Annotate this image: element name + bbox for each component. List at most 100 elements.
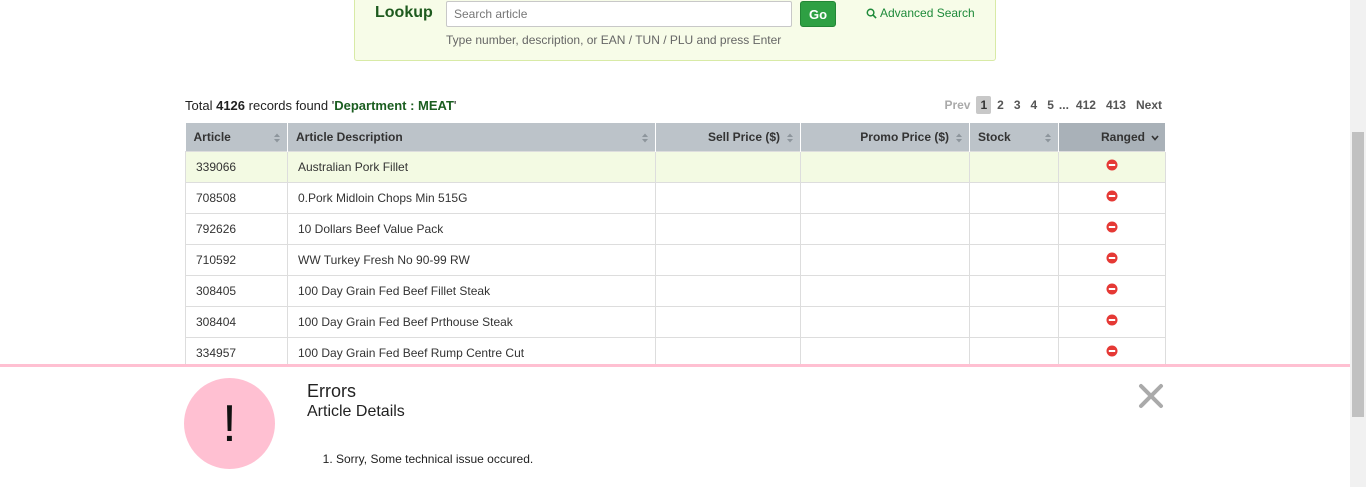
- stock-cell: [969, 150, 1059, 183]
- error-icon: !: [184, 378, 275, 469]
- promo-price-cell: [800, 274, 970, 307]
- error-subtitle: Article Details: [307, 403, 405, 420]
- promo-price-cell: [800, 212, 970, 245]
- description-cell: 100 Day Grain Fed Beef Fillet Steak: [287, 274, 656, 307]
- article-cell: 339066: [185, 150, 288, 183]
- ranged-cell: [1058, 150, 1166, 183]
- not-ranged-icon[interactable]: [1106, 252, 1118, 264]
- ranged-cell: [1058, 212, 1166, 245]
- sell-price-cell: [655, 305, 801, 338]
- sell-price-cell: [655, 212, 801, 245]
- ranged-cell: [1058, 243, 1166, 276]
- promo-price-cell: [800, 243, 970, 276]
- chevron-down-icon: [1151, 135, 1159, 141]
- sell-price-cell: [655, 274, 801, 307]
- column-label: Sell Price ($): [707, 129, 780, 144]
- column-label: Stock: [978, 129, 1011, 144]
- table-row[interactable]: 792626 10 Dollars Beef Value Pack: [185, 212, 1166, 245]
- table-row[interactable]: 308404 100 Day Grain Fed Beef Prthouse St…: [185, 305, 1166, 338]
- table-row[interactable]: 339066 Australian Pork Fillet: [185, 150, 1166, 183]
- not-ranged-icon[interactable]: [1106, 190, 1118, 202]
- pagination-ellipsis: ...: [1058, 98, 1069, 112]
- column-header-ranged[interactable]: Ranged: [1058, 123, 1166, 151]
- vertical-scrollbar[interactable]: [1350, 0, 1366, 487]
- column-label: Promo Price ($): [860, 129, 949, 144]
- prev-page-link[interactable]: Prev: [940, 96, 974, 114]
- column-label: Article: [193, 129, 231, 144]
- search-input[interactable]: [446, 1, 792, 27]
- next-page-link[interactable]: Next: [1132, 96, 1166, 114]
- ranged-cell: [1058, 274, 1166, 307]
- lookup-panel: Lookup Go Advanced Search Type number, d…: [354, 0, 996, 61]
- records-summary: Total 4126 records found 'Department : M…: [185, 98, 456, 113]
- description-cell: 100 Day Grain Fed Beef Prthouse Steak: [287, 305, 656, 338]
- not-ranged-icon[interactable]: [1106, 345, 1118, 357]
- not-ranged-icon[interactable]: [1106, 221, 1118, 233]
- table-row[interactable]: 308405 100 Day Grain Fed Beef Fillet Stea…: [185, 274, 1166, 307]
- summary-prefix: Total: [185, 98, 213, 113]
- records-count: 4126: [216, 98, 246, 113]
- not-ranged-icon[interactable]: [1106, 314, 1118, 326]
- sort-icon: [956, 133, 962, 143]
- stock-cell: [969, 243, 1059, 276]
- scrollbar-thumb[interactable]: [1352, 132, 1364, 417]
- advanced-search-link[interactable]: Advanced Search: [866, 6, 975, 20]
- stock-cell: [969, 181, 1059, 214]
- page-link-1[interactable]: 1: [976, 96, 992, 114]
- column-header-stock[interactable]: Stock: [969, 123, 1059, 151]
- column-label: Ranged: [1100, 129, 1145, 144]
- error-message-list: Sorry, Some technical issue occured.: [336, 452, 533, 466]
- sort-icon: [787, 133, 793, 143]
- promo-price-cell: [800, 305, 970, 338]
- page-link-2[interactable]: 2: [993, 96, 1008, 114]
- sort-icon: [642, 133, 648, 143]
- page: Lookup Go Advanced Search Type number, d…: [0, 0, 1366, 487]
- error-panel: ! Errors Article Details Sorry, Some tec…: [0, 364, 1350, 487]
- promo-price-cell: [800, 150, 970, 183]
- not-ranged-icon[interactable]: [1106, 283, 1118, 295]
- article-cell: 708508: [185, 181, 288, 214]
- stock-cell: [969, 212, 1059, 245]
- stock-cell: [969, 305, 1059, 338]
- page-link-413[interactable]: 413: [1102, 96, 1130, 114]
- error-message: Sorry, Some technical issue occured.: [336, 452, 533, 466]
- advanced-search-label: Advanced Search: [880, 6, 975, 20]
- article-cell: 308404: [185, 305, 288, 338]
- page-link-3[interactable]: 3: [1010, 96, 1025, 114]
- article-cell: 710592: [185, 243, 288, 276]
- not-ranged-icon[interactable]: [1106, 159, 1118, 171]
- articles-table: Article Article Description Sell Price (…: [185, 123, 1166, 369]
- pagination: Prev 1 2 3 4 5 ... 412 413 Next: [938, 96, 1166, 114]
- ranged-cell: [1058, 181, 1166, 214]
- department-filter: Department : MEAT: [334, 98, 454, 113]
- description-cell: WW Turkey Fresh No 90-99 RW: [287, 243, 656, 276]
- summary-middle: records found ': [248, 98, 335, 113]
- sell-price-cell: [655, 150, 801, 183]
- sell-price-cell: [655, 243, 801, 276]
- table-row[interactable]: 708508 0.Pork Midloin Chops Min 515G: [185, 181, 1166, 214]
- promo-price-cell: [800, 181, 970, 214]
- description-cell: 0.Pork Midloin Chops Min 515G: [287, 181, 656, 214]
- close-icon[interactable]: [1137, 382, 1165, 410]
- page-link-5[interactable]: 5: [1043, 96, 1058, 114]
- sort-icon: [274, 133, 280, 143]
- article-cell: 792626: [185, 212, 288, 245]
- column-label: Article Description: [296, 129, 403, 144]
- column-header-promo-price[interactable]: Promo Price ($): [800, 123, 970, 151]
- column-header-article[interactable]: Article: [185, 123, 288, 151]
- search-icon: [866, 8, 877, 19]
- column-header-description[interactable]: Article Description: [287, 123, 656, 151]
- lookup-title: Lookup: [375, 4, 433, 21]
- column-header-sell-price[interactable]: Sell Price ($): [655, 123, 801, 151]
- summary-suffix: ': [453, 98, 457, 113]
- description-cell: 10 Dollars Beef Value Pack: [287, 212, 656, 245]
- go-button[interactable]: Go: [800, 1, 836, 27]
- sort-icon: [1045, 133, 1051, 143]
- search-hint: Type number, description, or EAN / TUN /…: [446, 33, 782, 47]
- stock-cell: [969, 274, 1059, 307]
- page-link-412[interactable]: 412: [1072, 96, 1100, 114]
- table-row[interactable]: 710592 WW Turkey Fresh No 90-99 RW: [185, 243, 1166, 276]
- error-title: Errors: [307, 381, 356, 401]
- page-link-4[interactable]: 4: [1027, 96, 1042, 114]
- table-header-row: Article Article Description Sell Price (…: [185, 123, 1166, 151]
